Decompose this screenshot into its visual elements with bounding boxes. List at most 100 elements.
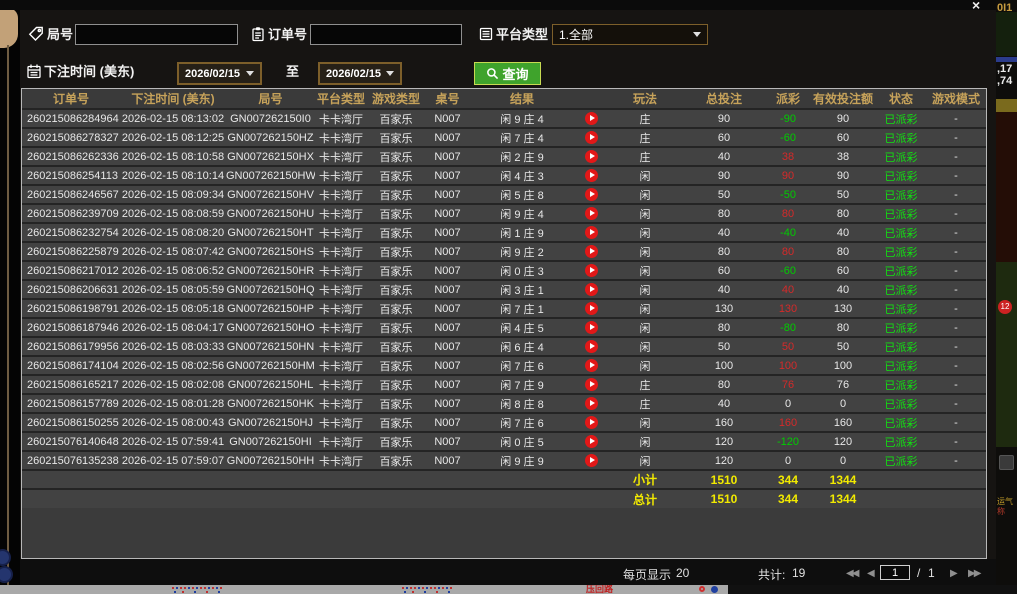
play-video-icon[interactable] [585, 321, 598, 334]
prev-page-icon[interactable]: ◀ [867, 568, 873, 579]
play-type-cell: 庄 [608, 128, 682, 147]
play-video-icon[interactable] [585, 226, 598, 239]
time-cell: 2026-02-15 07:59:41 [120, 432, 226, 451]
platform-cell: 卡卡湾厅 [315, 356, 367, 375]
play-cell [574, 299, 608, 318]
play-video-icon[interactable] [585, 283, 598, 296]
play-cell [574, 413, 608, 432]
status-cell: 已派彩 [876, 432, 926, 451]
mode-cell: - [926, 413, 986, 432]
chevron-down-icon [386, 71, 394, 76]
table-no-cell: N007 [425, 128, 470, 147]
order-cell: 260215086246567 [22, 185, 120, 204]
play-video-icon[interactable] [585, 302, 598, 315]
play-video-icon[interactable] [585, 397, 598, 410]
play-video-icon[interactable] [585, 378, 598, 391]
play-video-icon[interactable] [585, 188, 598, 201]
order-cell: 260215086232754 [22, 223, 120, 242]
table-no-cell: N007 [425, 242, 470, 261]
mode-cell: - [926, 375, 986, 394]
total-bet-cell: 40 [682, 223, 766, 242]
background-roadmap-bar [0, 585, 728, 594]
play-type-cell: 庄 [608, 375, 682, 394]
mode-cell: - [926, 356, 986, 375]
summary-payout: 344 [766, 470, 810, 489]
mode-cell: - [926, 280, 986, 299]
platform-cell: 卡卡湾厅 [315, 147, 367, 166]
col-play-icon [574, 89, 608, 109]
result-cell: 闲 7 庄 9 [470, 375, 574, 394]
result-cell: 闲 9 庄 4 [470, 204, 574, 223]
close-icon[interactable]: × [972, 0, 980, 13]
order-cell: 260215086217012 [22, 261, 120, 280]
payout-cell: -60 [766, 128, 810, 147]
result-cell: 闲 3 庄 1 [470, 280, 574, 299]
total-bet-cell: 80 [682, 318, 766, 337]
valid-bet-cell: 40 [810, 223, 876, 242]
table-no-cell: N007 [425, 280, 470, 299]
total-bet-cell: 60 [682, 261, 766, 280]
result-cell: 闲 7 庄 6 [470, 413, 574, 432]
play-video-icon[interactable] [585, 207, 598, 220]
play-video-icon[interactable] [585, 435, 598, 448]
subtotal-row: 小计15103441344 [22, 470, 986, 489]
background-game-no-fragment: 0I1 [997, 2, 1012, 14]
game-type-cell: 百家乐 [367, 432, 425, 451]
record-row: 2602150861741042026-02-15 08:02:56GN0072… [22, 356, 986, 375]
chevron-down-icon [246, 71, 254, 76]
table-no-cell: N007 [425, 375, 470, 394]
next-page-icon[interactable]: ▶ [950, 568, 956, 579]
time-cell: 2026-02-15 08:03:33 [120, 337, 226, 356]
order-no-input[interactable] [310, 24, 462, 45]
mode-cell: - [926, 451, 986, 470]
time-cell: 2026-02-15 08:12:25 [120, 128, 226, 147]
play-video-icon[interactable] [585, 454, 598, 467]
game-type-cell: 百家乐 [367, 242, 425, 261]
valid-bet-cell: 90 [810, 109, 876, 128]
first-page-icon[interactable]: ◀◀ [846, 568, 857, 579]
table-no-cell: N007 [425, 261, 470, 280]
total-bet-cell: 90 [682, 109, 766, 128]
time-cell: 2026-02-15 08:02:56 [120, 356, 226, 375]
total-bet-cell: 80 [682, 375, 766, 394]
play-video-icon[interactable] [585, 169, 598, 182]
page-number-input[interactable] [880, 565, 910, 580]
play-video-icon[interactable] [585, 150, 598, 163]
play-cell [574, 432, 608, 451]
play-video-icon[interactable] [585, 340, 598, 353]
result-cell: 闲 4 庄 3 [470, 166, 574, 185]
game-no-input[interactable] [75, 24, 238, 45]
play-cell [574, 280, 608, 299]
game-no-cell: GN007262150HS [226, 242, 315, 261]
mode-cell: - [926, 242, 986, 261]
play-video-icon[interactable] [585, 131, 598, 144]
last-page-icon[interactable]: ▶▶ [968, 568, 979, 579]
order-cell: 260215086187946 [22, 318, 120, 337]
platform-type-select[interactable]: 1.全部 [552, 24, 708, 45]
table-no-cell: N007 [425, 394, 470, 413]
play-type-cell: 闲 [608, 223, 682, 242]
date-from-select[interactable]: 2026/02/15 [177, 62, 262, 85]
play-video-icon[interactable] [585, 245, 598, 258]
search-button[interactable]: 查询 [474, 62, 541, 85]
play-cell [574, 147, 608, 166]
order-cell: 260215086150255 [22, 413, 120, 432]
game-type-cell: 百家乐 [367, 337, 425, 356]
background-panel-line [7, 45, 9, 585]
play-video-icon[interactable] [585, 416, 598, 429]
search-icon [486, 67, 499, 80]
time-cell: 2026-02-15 08:05:59 [120, 280, 226, 299]
game-no-cell: GN007262150HX [226, 147, 315, 166]
table-no-cell: N007 [425, 166, 470, 185]
time-cell: 2026-02-15 08:08:59 [120, 204, 226, 223]
play-video-icon[interactable] [585, 264, 598, 277]
record-row: 2602150862849642026-02-15 08:13:02GN0072… [22, 109, 986, 128]
date-to-select[interactable]: 2026/02/15 [318, 62, 402, 85]
status-cell: 已派彩 [876, 128, 926, 147]
payout-cell: 80 [766, 242, 810, 261]
game-no-cell: GN007262150HJ [226, 413, 315, 432]
payout-cell: 100 [766, 356, 810, 375]
play-video-icon[interactable] [585, 359, 598, 372]
play-video-icon[interactable] [585, 112, 598, 125]
game-no-cell: GN007262150HI [226, 432, 315, 451]
